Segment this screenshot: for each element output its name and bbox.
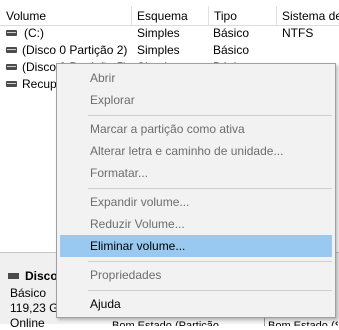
volume-icon [6,64,17,70]
volume-sistema: NTFS [282,26,314,40]
column-header-esquema[interactable]: Esquema [131,0,208,25]
menu-item-alterar-letra[interactable]: Alterar letra e caminho de unidade... [60,140,332,162]
menu-separator [88,290,332,291]
volume-name: (C:) [24,26,44,40]
column-header-tipo[interactable]: Tipo [208,0,276,25]
table-row[interactable]: (Disco 0 Partição 2) Simples Básico [0,42,339,59]
volume-icon [6,81,17,87]
disk-status: Online [10,316,45,330]
volume-esquema: Simples [137,26,180,40]
volume-name: (Disco 0 Partição 2) [22,43,128,57]
menu-item-ajuda[interactable]: Ajuda [60,293,332,315]
disk-icon [8,272,19,279]
segment-divider [264,318,265,326]
menu-item-abrir[interactable]: Abrir [60,67,332,89]
column-header-volume[interactable]: Volume [0,0,131,25]
partition-segment[interactable]: Bom Estado (Sistema [268,318,338,326]
menu-item-propriedades[interactable]: Propriedades [60,264,332,286]
menu-item-marcar-ativa[interactable]: Marcar a partição como ativa [60,118,332,140]
volume-esquema: Simples [137,43,180,57]
table-row[interactable]: (C:) Simples Básico NTFS [0,25,339,42]
disk-size: 119,23 G [10,301,59,315]
menu-item-expandir-volume[interactable]: Expandir volume... [60,191,332,213]
menu-separator [88,261,332,262]
column-header-sistema[interactable]: Sistema de [276,0,339,25]
disk-title: Disco [8,269,58,283]
partition-segment[interactable]: Bom Estado (Partição [112,318,262,326]
volume-tipo: Básico [213,43,250,57]
menu-item-explorar[interactable]: Explorar [60,89,332,111]
volume-icon [6,30,17,36]
context-menu: Abrir Explorar Marcar a partição como at… [56,63,336,318]
column-header-row: Volume Esquema Tipo Sistema de [0,0,339,26]
menu-item-formatar[interactable]: Formatar... [60,162,332,184]
volume-icon [6,47,17,53]
menu-item-eliminar-volume[interactable]: Eliminar volume... [60,235,332,257]
volume-tipo: Básico [213,26,250,40]
menu-separator [88,115,332,116]
menu-item-reduzir-volume[interactable]: Reduzir Volume... [60,213,332,235]
disk-title-label: Disco [25,269,58,283]
disk-type: Básico [10,286,47,300]
menu-separator [88,188,332,189]
